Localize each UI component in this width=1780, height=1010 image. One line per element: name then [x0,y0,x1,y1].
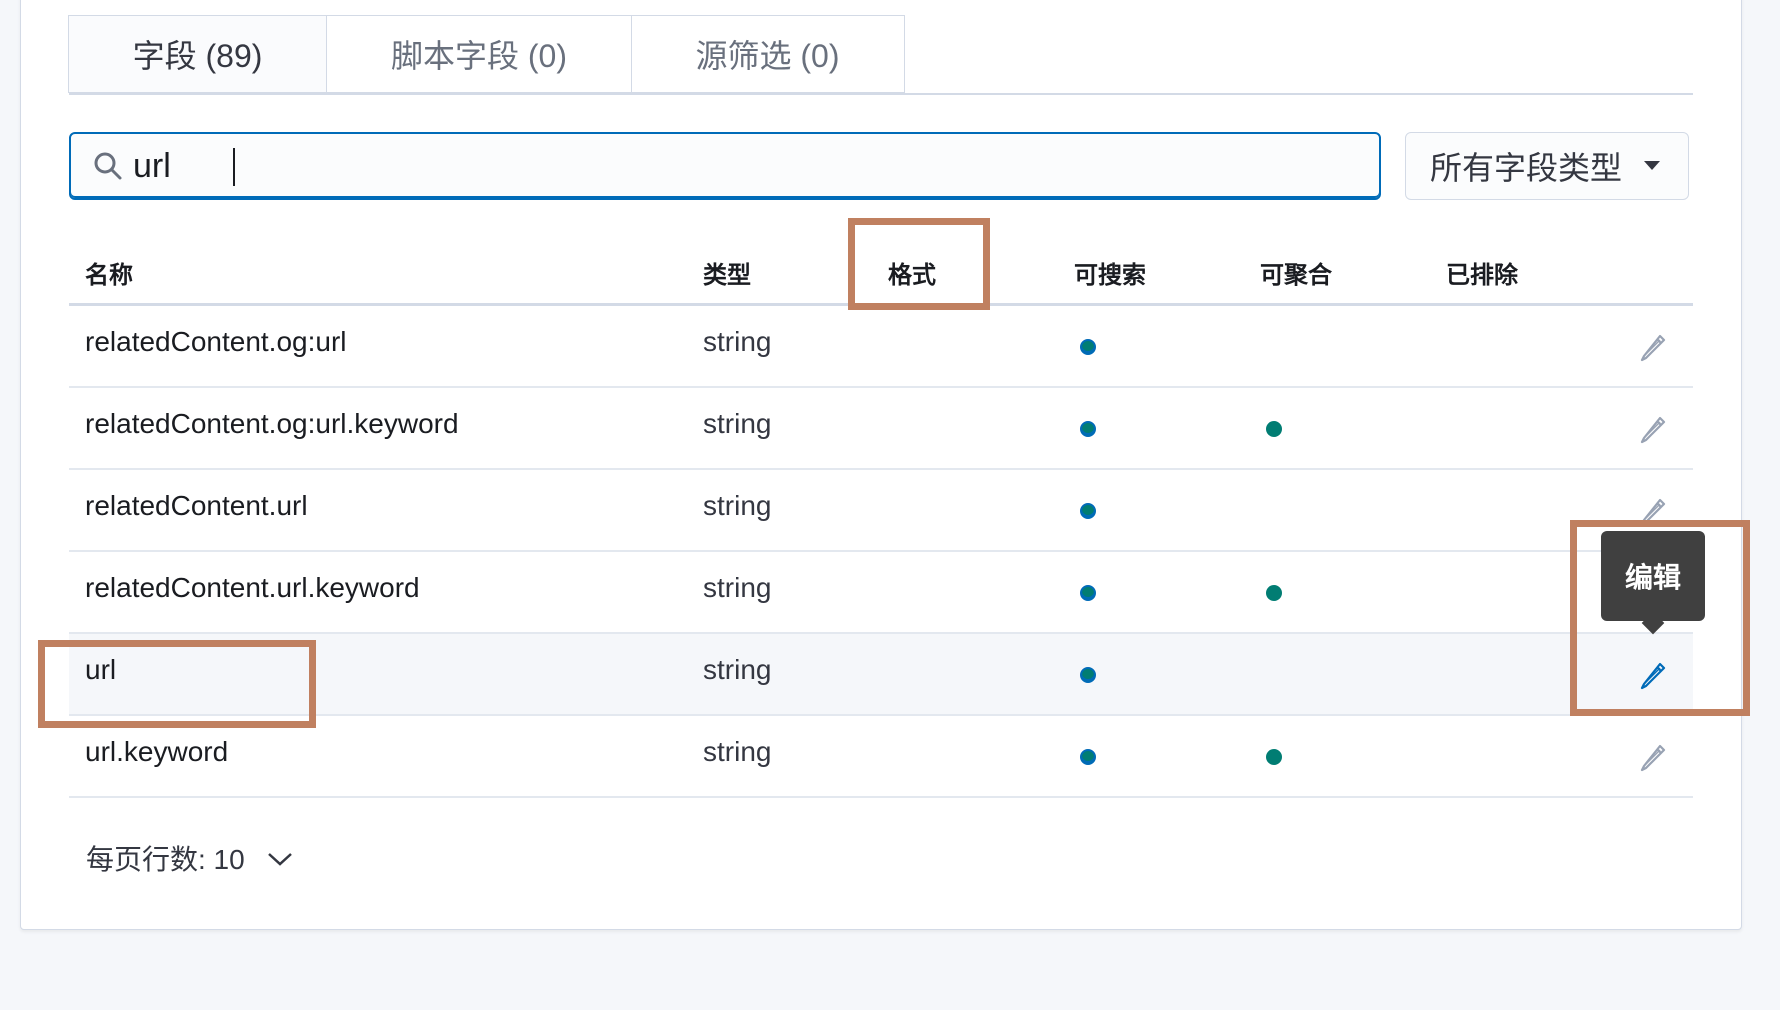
column-header-type[interactable]: 类型 [703,255,751,290]
chevron-down-icon [267,842,293,874]
caret-down-icon [1644,161,1660,170]
table-row: relatedContent.og:url.keyword string [69,388,1693,470]
searchable-indicator [1080,667,1096,683]
pencil-icon [1636,416,1670,450]
aggregatable-indicator [1266,749,1282,765]
searchable-indicator [1080,339,1096,355]
tab-bar: 字段 (89) 脚本字段 (0) 源筛选 (0) [67,15,905,93]
column-header-aggregatable[interactable]: 可聚合 [1260,255,1332,290]
field-type: string [703,736,772,767]
field-name: relatedContent.og:url [85,326,347,357]
tabs-divider [69,93,1693,95]
table-row: url.keyword string [69,716,1693,798]
field-type: string [703,654,772,685]
table-row: url string [69,634,1693,716]
table-row: relatedContent.og:url string [69,306,1693,388]
field-type-filter[interactable]: 所有字段类型 [1405,132,1689,200]
field-name: relatedContent.url.keyword [85,572,420,603]
edit-field-button[interactable] [1636,330,1670,364]
aggregatable-indicator [1266,585,1282,601]
pencil-icon [1636,334,1670,368]
column-header-excluded[interactable]: 已排除 [1446,255,1518,290]
search-icon [91,149,125,183]
column-header-format[interactable]: 格式 [888,255,936,290]
pencil-icon [1636,498,1670,532]
field-name: url.keyword [85,736,229,767]
edit-field-button[interactable] [1636,494,1670,528]
field-type: string [703,408,772,439]
column-header-name[interactable]: 名称 [85,255,133,290]
rows-per-page-label: 每页行数: 10 [86,844,245,875]
tab-scripted-fields[interactable]: 脚本字段 (0) [326,15,632,93]
search-input[interactable] [131,145,1335,187]
tab-source-filters[interactable]: 源筛选 (0) [630,15,905,93]
field-type: string [703,572,772,603]
rows-per-page-button[interactable]: 每页行数: 10 [86,838,293,878]
field-type-filter-label: 所有字段类型 [1430,150,1623,186]
edit-field-button[interactable] [1636,740,1670,774]
field-name: relatedContent.url [85,490,308,521]
searchable-indicator [1080,749,1096,765]
field-type: string [703,326,772,357]
pencil-icon [1636,744,1670,778]
text-caret [233,148,235,186]
edit-field-button[interactable] [1636,412,1670,446]
field-name: url [85,654,117,685]
table-row: relatedContent.url.keyword string [69,552,1693,634]
edit-field-button[interactable] [1636,658,1670,692]
table-row: relatedContent.url string [69,470,1693,552]
searchable-indicator [1080,421,1096,437]
field-type: string [703,490,772,521]
field-name: relatedContent.og:url.keyword [85,408,459,439]
aggregatable-indicator [1266,421,1282,437]
tab-fields[interactable]: 字段 (89) [67,15,328,93]
searchable-indicator [1080,503,1096,519]
searchable-indicator [1080,585,1096,601]
column-header-searchable[interactable]: 可搜索 [1074,255,1146,290]
edit-tooltip: 编辑 [1601,531,1705,621]
pencil-icon [1636,662,1670,696]
search-field[interactable] [69,132,1381,200]
